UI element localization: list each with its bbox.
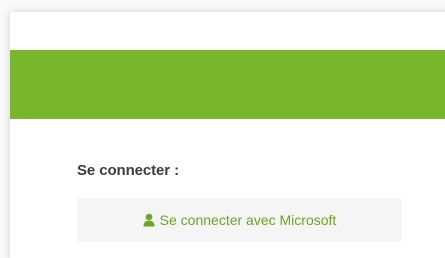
user-icon bbox=[143, 213, 155, 227]
login-label: Se connecter : bbox=[77, 162, 179, 179]
login-card: Se connecter : Se connecter avec Microso… bbox=[10, 12, 445, 258]
microsoft-login-button[interactable]: Se connecter avec Microsoft bbox=[77, 198, 402, 242]
card-header-banner bbox=[10, 50, 445, 119]
page: Se connecter : Se connecter avec Microso… bbox=[0, 0, 445, 258]
microsoft-login-label: Se connecter avec Microsoft bbox=[159, 212, 337, 228]
